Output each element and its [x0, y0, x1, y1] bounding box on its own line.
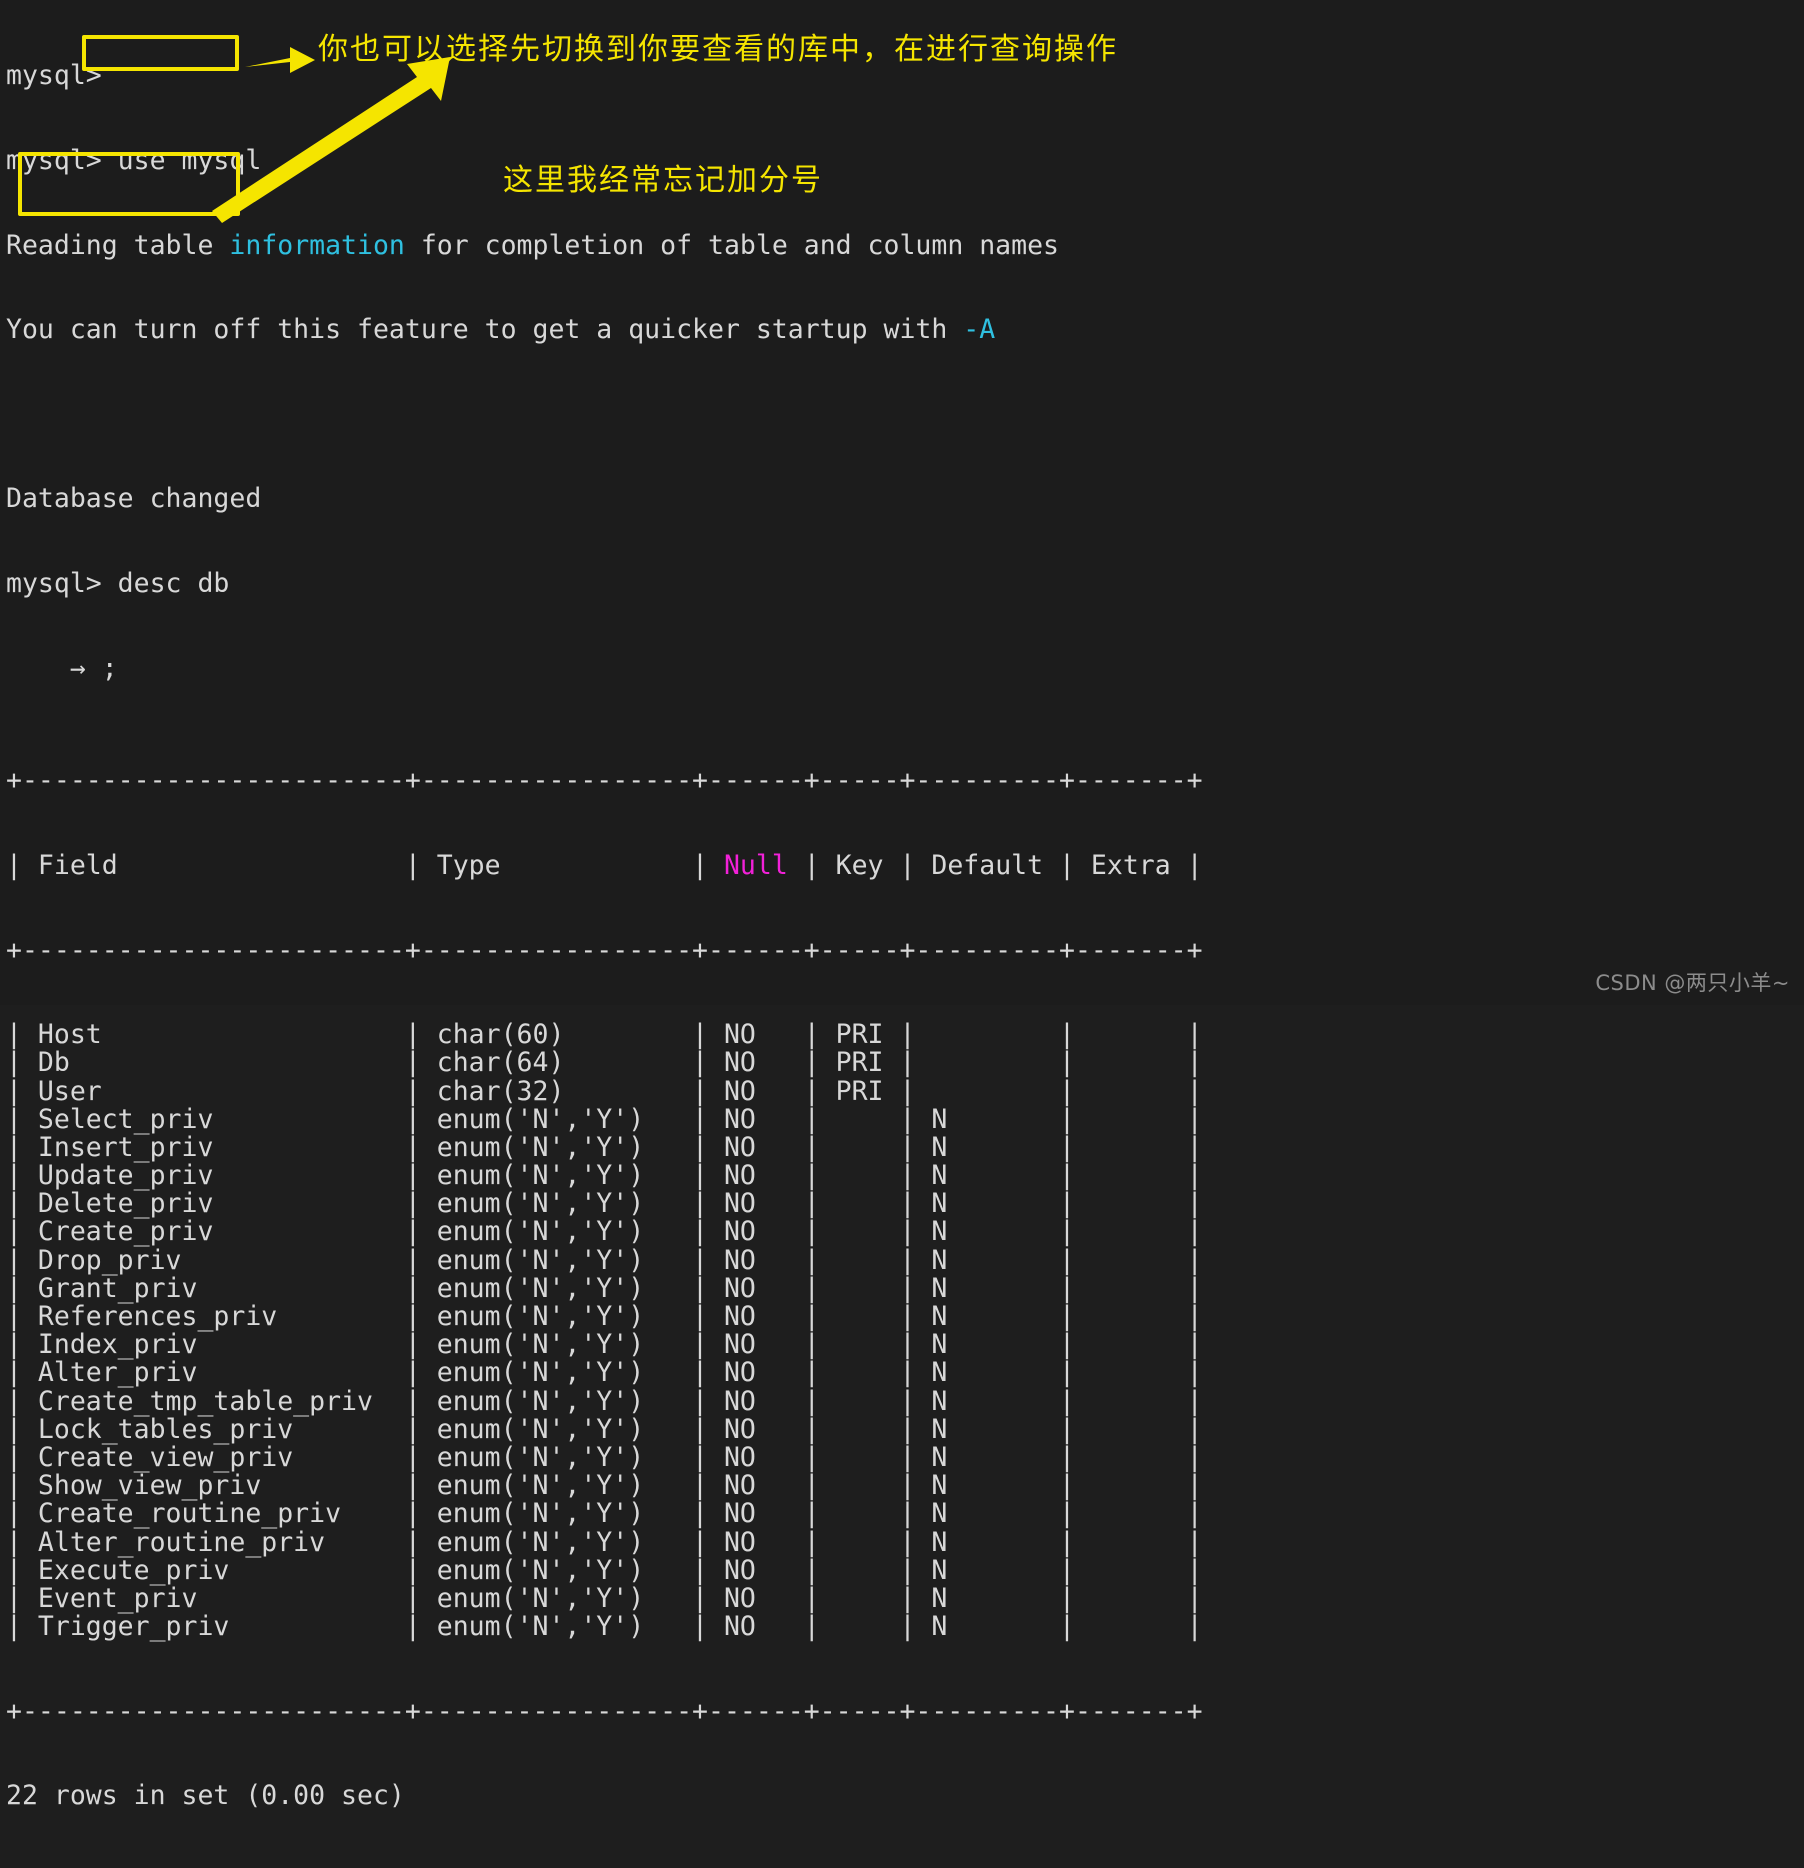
terminal-line-8-continuation: → ;: [6, 652, 118, 684]
table-row: | Lock_tables_priv | enum('N','Y') | NO …: [6, 1413, 1203, 1445]
header-segment-1: | Field | Type |: [6, 849, 724, 881]
line4-highlight: -A: [963, 314, 996, 346]
table-body: | Host | char(60) | NO | PRI | | | | Db |…: [6, 1019, 1203, 1643]
table-row: | Create_tmp_table_priv | enum('N','Y') …: [6, 1385, 1203, 1417]
table-row: | Update_priv | enum('N','Y') | NO | | N…: [6, 1160, 1203, 1192]
terminal-line-3: Reading table information for completion…: [6, 229, 1203, 261]
table-rule-top: +------------------------+--------------…: [6, 765, 1203, 797]
table-row: | Index_priv | enum('N','Y') | NO | | N …: [6, 1329, 1203, 1361]
table-row: | Event_priv | enum('N','Y') | NO | | N …: [6, 1582, 1203, 1614]
table-header-row: | Field | Type | Null | Key | Default | …: [6, 849, 1203, 881]
terminal-line-7-command: mysql> desc db: [6, 567, 230, 599]
table-row: | Execute_priv | enum('N','Y') | NO | | …: [6, 1554, 1203, 1586]
table-row: | Create_priv | enum('N','Y') | NO | | N…: [6, 1216, 1203, 1248]
table-row: | References_priv | enum('N','Y') | NO |…: [6, 1301, 1203, 1333]
table-row: | Show_view_priv | enum('N','Y') | NO | …: [6, 1470, 1203, 1502]
table-row: | Select_priv | enum('N','Y') | NO | | N…: [6, 1103, 1203, 1135]
annotation-note-top: 你也可以选择先切换到你要查看的库中，在进行查询操作: [318, 32, 1118, 67]
table-row: | Create_view_priv | enum('N','Y') | NO …: [6, 1441, 1203, 1473]
line4-pre: You can turn off this feature to get a q…: [6, 314, 964, 346]
column-header-null: Null: [723, 849, 788, 881]
line3-highlight: information: [229, 229, 405, 261]
table-row: | Insert_priv | enum('N','Y') | NO | | N…: [6, 1131, 1203, 1163]
table-row: | Drop_priv | enum('N','Y') | NO | | N |…: [6, 1244, 1203, 1276]
table-row: | Db | char(64) | NO | PRI | | |: [6, 1047, 1203, 1079]
terminal-line-4: You can turn off this feature to get a q…: [6, 316, 1203, 344]
table-row: | Alter_priv | enum('N','Y') | NO | | N …: [6, 1357, 1203, 1389]
header-segment-2: | Key | Default | Extra |: [787, 849, 1203, 881]
csdn-watermark: CSDN @两只小羊~: [1595, 971, 1790, 995]
line3-pre: Reading table: [6, 229, 230, 261]
table-row: | Delete_priv | enum('N','Y') | NO | | N…: [6, 1188, 1203, 1220]
table-row: | Trigger_priv | enum('N','Y') | NO | | …: [6, 1611, 1203, 1643]
terminal-output: mysql> mysql> use mysql Reading table in…: [0, 0, 1203, 1867]
table-row: | Create_routine_priv | enum('N','Y') | …: [6, 1498, 1203, 1530]
table-row: | Grant_priv | enum('N','Y') | NO | | N …: [6, 1272, 1203, 1304]
table-rule-header: +------------------------+--------------…: [6, 934, 1203, 966]
terminal-line-6: Database changed: [6, 483, 262, 515]
terminal-screen: mysql> mysql> use mysql Reading table in…: [0, 0, 1804, 1810]
table-row: | User | char(32) | NO | PRI | | |: [6, 1075, 1203, 1107]
table-row: | Host | char(60) | NO | PRI | | |: [6, 1019, 1203, 1051]
line3-post: for completion of table and column names: [404, 229, 1060, 261]
table-rule-bottom: +------------------------+--------------…: [6, 1695, 1203, 1727]
table-row: | Alter_routine_priv | enum('N','Y') | N…: [6, 1526, 1203, 1558]
rows-in-set-footer: 22 rows in set (0.00 sec): [6, 1780, 405, 1812]
annotation-note-mid: 这里我经常忘记加分号: [503, 163, 823, 198]
